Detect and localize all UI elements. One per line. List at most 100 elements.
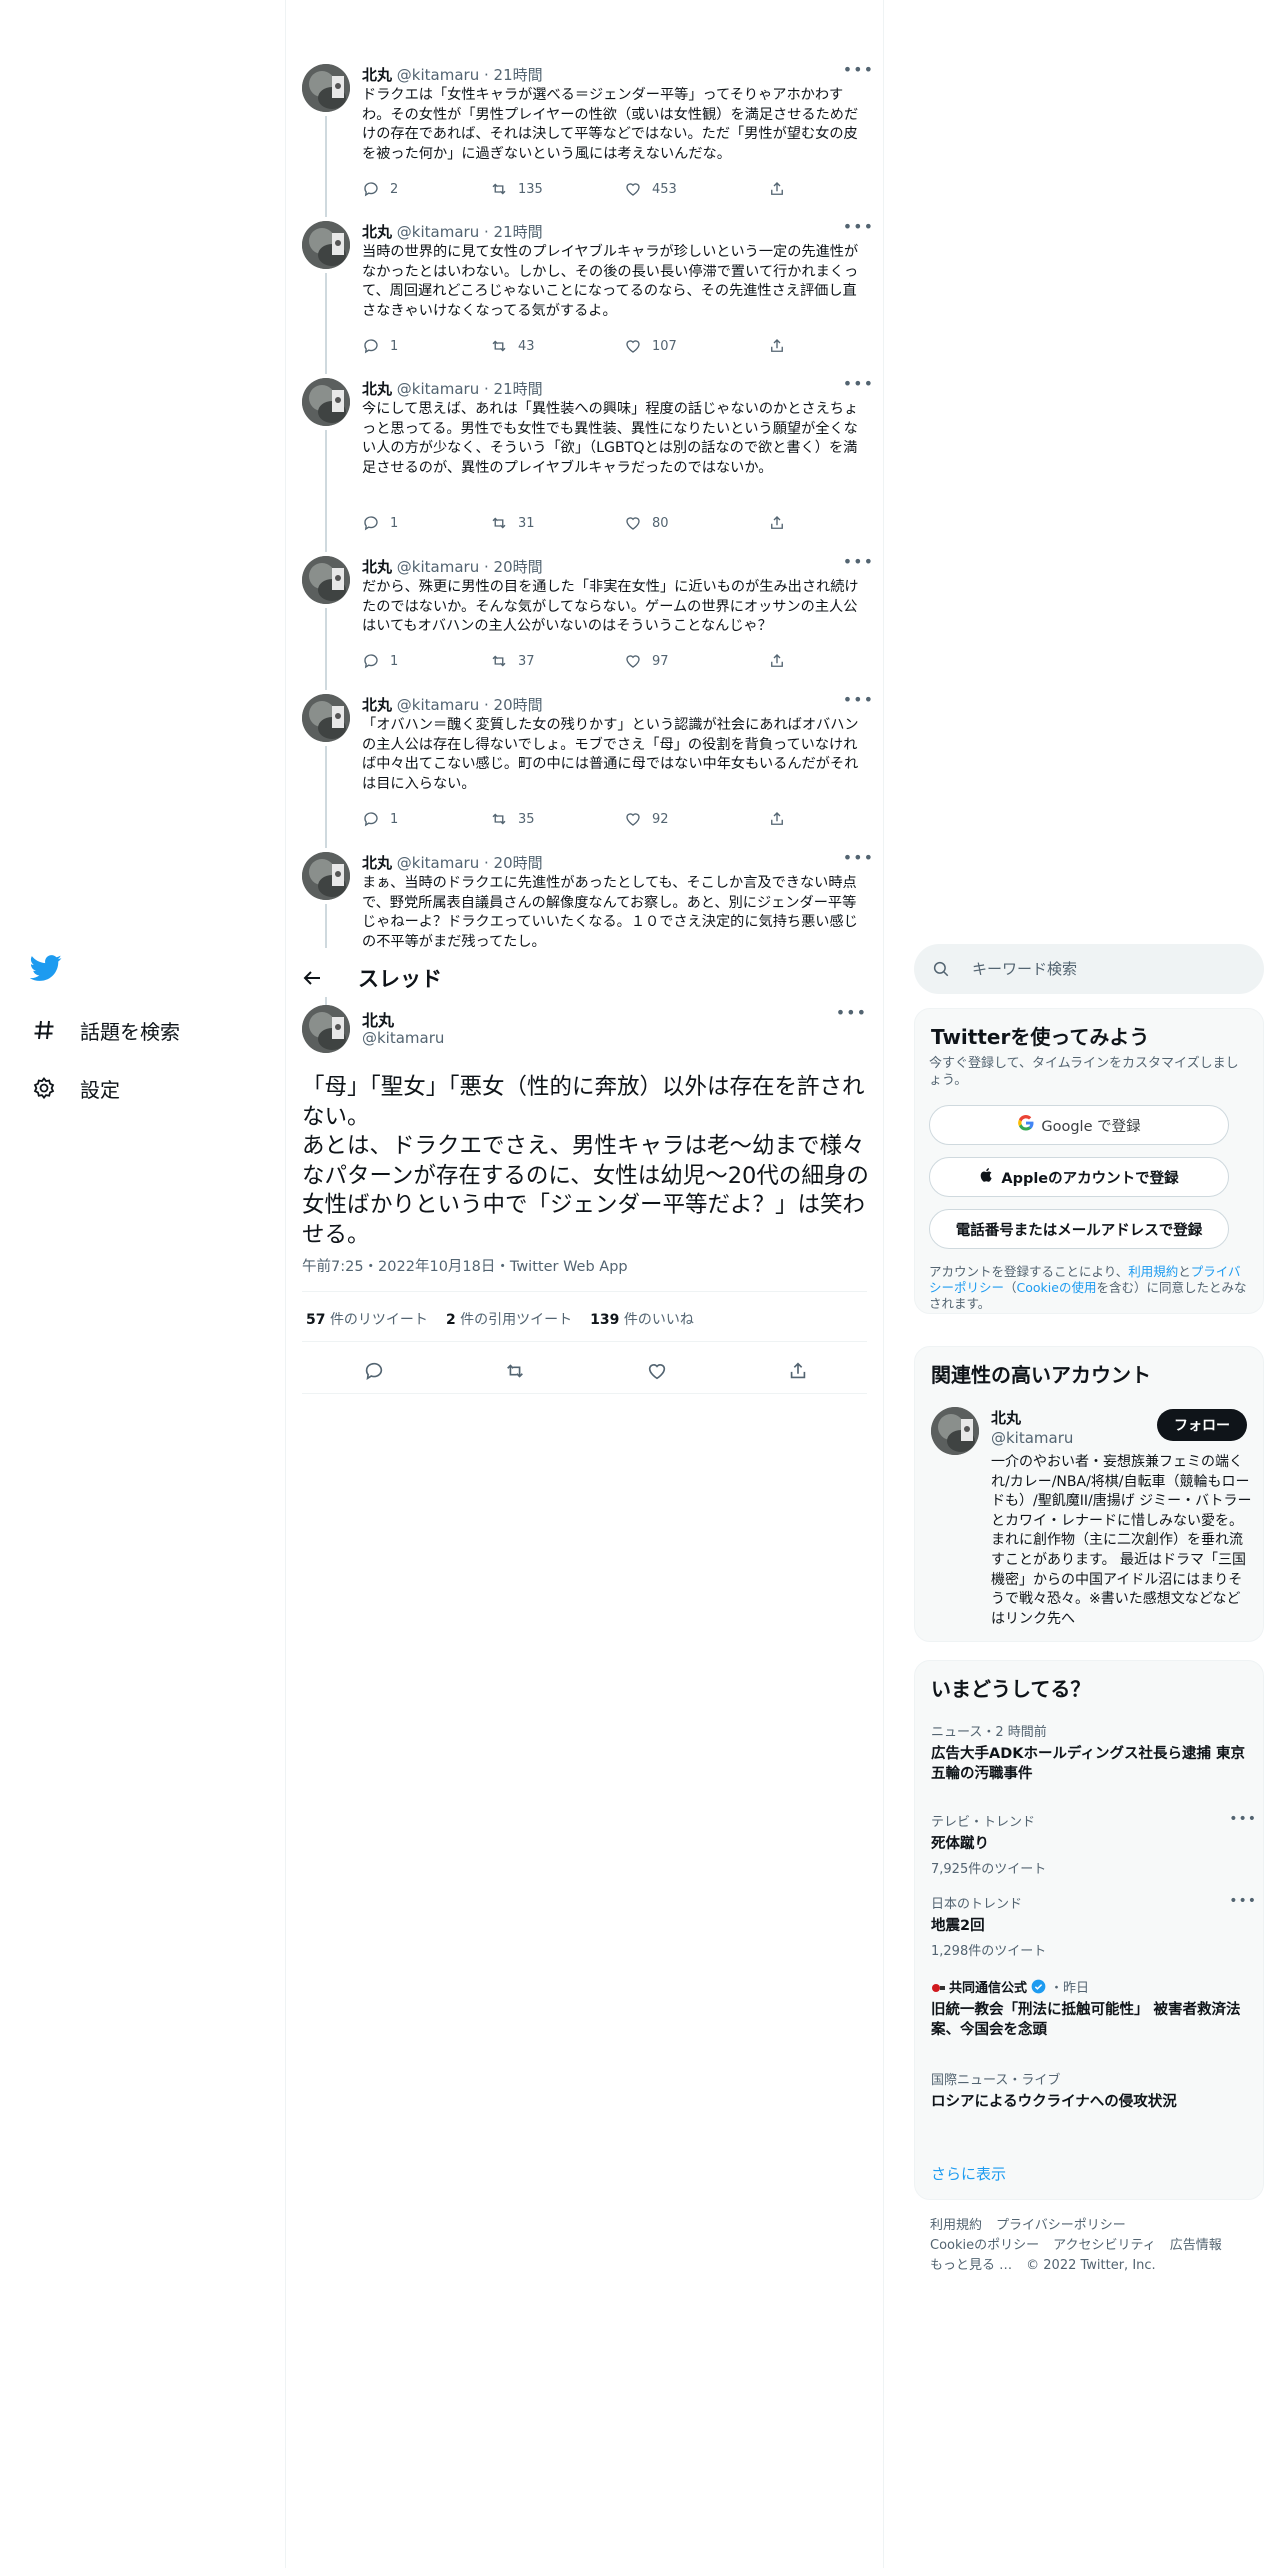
- more-options-icon[interactable]: •••: [843, 852, 874, 867]
- retweet-button[interactable]: 135: [490, 180, 543, 198]
- retweet-icon: [492, 517, 506, 529]
- trend-item[interactable]: 日本のトレンド 地震2回 1,298件のツイート •••: [931, 1893, 1256, 1959]
- author-name[interactable]: 北丸: [362, 380, 392, 398]
- footer-link[interactable]: プライバシーポリシー: [996, 2218, 1126, 2233]
- reply-tweet[interactable]: 北丸 @kitamaru · 20時間 ••• まぁ、当時のドラクエに先進性があ…: [300, 852, 880, 948]
- author-name[interactable]: 北丸: [362, 1007, 394, 1031]
- heart-icon[interactable]: [641, 1355, 673, 1387]
- avatar[interactable]: [302, 64, 350, 112]
- author-handle[interactable]: @kitamaru: [397, 854, 479, 872]
- reply-button[interactable]: 1: [362, 810, 398, 828]
- reply-button[interactable]: 2: [362, 180, 398, 198]
- footer-link[interactable]: アクセシビリティ: [1053, 2238, 1156, 2253]
- tweet-time[interactable]: · 20時間: [484, 696, 543, 714]
- share-button[interactable]: [768, 180, 786, 198]
- reply-tweet[interactable]: 北丸 @kitamaru · 21時間 ••• 当時の世界的に見て女性のプレイヤ…: [300, 217, 880, 374]
- avatar[interactable]: [302, 556, 350, 604]
- trend-item[interactable]: 国際ニュース・ライブ ロシアによるウクライナへの侵攻状況: [931, 2069, 1251, 2112]
- author-handle[interactable]: @kitamaru: [362, 1029, 444, 1047]
- retweet-button[interactable]: 31: [490, 514, 535, 532]
- nav-item-settings[interactable]: 設定: [30, 1066, 120, 1110]
- phone-email-signup-button[interactable]: 電話番号またはメールアドレスで登録: [929, 1209, 1229, 1249]
- footer-link[interactable]: もっと見る …: [930, 2258, 1012, 2273]
- avatar[interactable]: [302, 694, 350, 742]
- more-options-icon[interactable]: •••: [843, 552, 874, 571]
- retweet-button[interactable]: 43: [490, 337, 535, 355]
- more-options-icon[interactable]: •••: [843, 690, 874, 709]
- tweet-time[interactable]: · 21時間: [484, 223, 543, 241]
- avatar[interactable]: [302, 1005, 350, 1053]
- retweet-stat[interactable]: 57 件のリツイート: [306, 1309, 428, 1329]
- reply-button[interactable]: 1: [362, 514, 398, 532]
- quote-stat[interactable]: 2 件の引用ツイート: [446, 1309, 572, 1329]
- author-handle[interactable]: @kitamaru: [397, 380, 479, 398]
- back-arrow-icon[interactable]: [300, 966, 324, 990]
- avatar[interactable]: [302, 378, 350, 426]
- retweet-icon[interactable]: [499, 1355, 531, 1387]
- retweet-button[interactable]: 37: [490, 652, 535, 670]
- share-icon[interactable]: [782, 1355, 814, 1387]
- tweet-time[interactable]: · 21時間: [484, 380, 543, 398]
- avatar[interactable]: [302, 221, 350, 269]
- reply-tweet[interactable]: 北丸 @kitamaru · 20時間 ••• だから、殊更に男性の目を通した「…: [300, 552, 880, 690]
- like-stat[interactable]: 139 件のいいね: [590, 1309, 694, 1329]
- trend-item[interactable]: ニュース・2 時間前 広告大手ADKホールディングス社長ら逮捕 東京五輪の汚職事…: [931, 1721, 1251, 1784]
- reply-tweet[interactable]: 北丸 @kitamaru · 21時間 ••• 今にして思えば、あれは「異性装へ…: [300, 374, 880, 552]
- heart-icon: [626, 813, 640, 826]
- tweet-timestamp[interactable]: 午前7:25・2022年10月18日・Twitter Web App: [302, 1255, 628, 1276]
- share-button[interactable]: [768, 810, 786, 828]
- retweet-button[interactable]: 35: [490, 810, 535, 828]
- cookie-link[interactable]: Cookieの使用: [1017, 1280, 1097, 1295]
- like-button[interactable]: 453: [624, 180, 677, 198]
- reply-button[interactable]: 1: [362, 337, 398, 355]
- twitter-bird-icon[interactable]: [29, 952, 66, 988]
- tweet-text: 当時の世界的に見て女性のプレイヤブルキャラが珍しいという一定の先進性がなかったと…: [362, 244, 859, 319]
- like-button[interactable]: 97: [624, 652, 669, 670]
- avatar[interactable]: [302, 852, 350, 900]
- tweet-time[interactable]: · 20時間: [484, 558, 543, 576]
- reply-tweet[interactable]: 北丸 @kitamaru · 21時間 ••• ドラクエは「女性キャラが選べる＝…: [300, 60, 880, 217]
- more-options-icon[interactable]: •••: [1229, 1811, 1257, 1827]
- share-button[interactable]: [768, 652, 786, 670]
- reply-tweet[interactable]: 北丸 @kitamaru · 20時間 ••• 「オバハン＝醜く変質した女の残り…: [300, 690, 880, 848]
- share-button[interactable]: [768, 514, 786, 532]
- trend-item[interactable]: テレビ・トレンド 死体蹴り 7,925件のツイート •••: [931, 1811, 1256, 1877]
- show-more-link[interactable]: さらに表示: [931, 2163, 1006, 2184]
- author-name[interactable]: 北丸: [362, 696, 392, 714]
- tweet-time[interactable]: · 21時間: [484, 66, 543, 84]
- author-handle[interactable]: @kitamaru: [397, 696, 479, 714]
- search-input[interactable]: [972, 960, 1242, 978]
- trend-item[interactable]: 共同通信公式 ・昨日 旧統一教会「刑法に抵触可能性」 被害者救済法案、今国会を念…: [931, 1977, 1251, 2040]
- account-name[interactable]: 北丸: [991, 1407, 1021, 1428]
- author-handle[interactable]: @kitamaru: [397, 558, 479, 576]
- like-button[interactable]: 92: [624, 810, 669, 828]
- google-signup-button[interactable]: Google で登録: [929, 1105, 1229, 1145]
- share-button[interactable]: [768, 337, 786, 355]
- author-name[interactable]: 北丸: [362, 66, 392, 84]
- more-options-icon[interactable]: •••: [843, 60, 874, 79]
- author-name[interactable]: 北丸: [362, 854, 392, 872]
- author-name[interactable]: 北丸: [362, 558, 392, 576]
- terms-link[interactable]: 利用規約: [1128, 1264, 1178, 1279]
- signup-legal-text: アカウントを登録することにより、利用規約とプライバシーポリシー（Cookieの使…: [929, 1264, 1247, 1311]
- more-options-icon[interactable]: •••: [843, 374, 874, 393]
- footer-link[interactable]: 広告情報: [1170, 2238, 1222, 2253]
- like-button[interactable]: 107: [624, 337, 677, 355]
- footer-link[interactable]: 利用規約: [930, 2218, 982, 2233]
- avatar[interactable]: [931, 1407, 979, 1455]
- more-options-icon[interactable]: •••: [1229, 1893, 1257, 1909]
- like-button[interactable]: 80: [624, 514, 669, 532]
- more-options-icon[interactable]: •••: [843, 217, 874, 236]
- author-handle[interactable]: @kitamaru: [397, 223, 479, 241]
- author-name[interactable]: 北丸: [362, 223, 392, 241]
- reply-button[interactable]: 1: [362, 652, 398, 670]
- account-handle[interactable]: @kitamaru: [991, 1429, 1073, 1447]
- follow-button[interactable]: フォロー: [1157, 1409, 1247, 1441]
- apple-signup-button[interactable]: Appleのアカウントで登録: [929, 1157, 1229, 1197]
- more-options-icon[interactable]: •••: [836, 1003, 867, 1022]
- tweet-time[interactable]: · 20時間: [484, 854, 543, 872]
- reply-icon[interactable]: [358, 1355, 390, 1387]
- footer-link[interactable]: Cookieのポリシー: [930, 2238, 1039, 2253]
- author-handle[interactable]: @kitamaru: [397, 66, 479, 84]
- nav-item-explore[interactable]: 話題を検索: [30, 1008, 180, 1052]
